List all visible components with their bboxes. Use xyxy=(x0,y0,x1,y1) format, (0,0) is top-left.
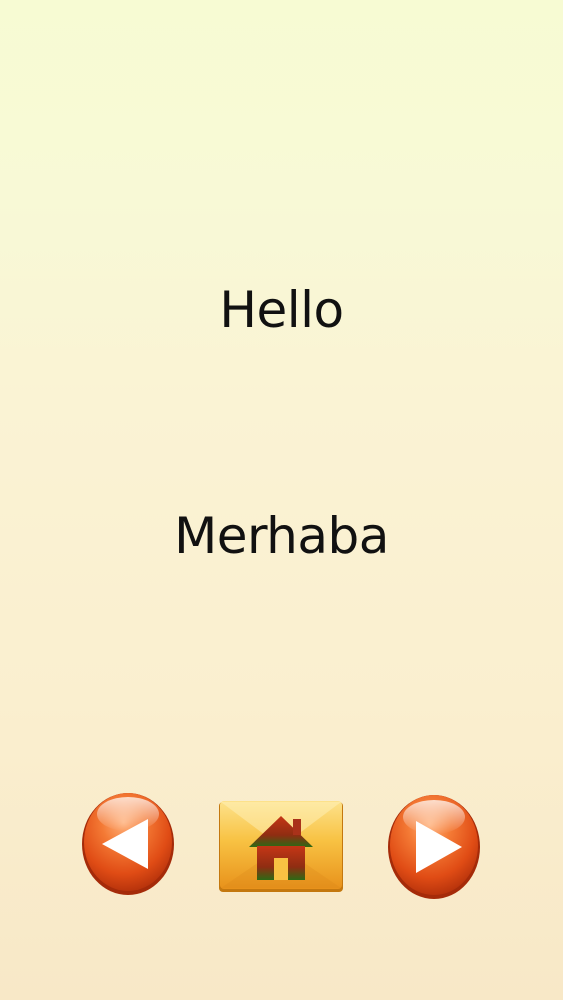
home-button[interactable] xyxy=(217,799,345,895)
translation-word: Merhaba xyxy=(174,507,389,565)
next-button[interactable] xyxy=(386,790,482,902)
previous-button[interactable] xyxy=(80,788,176,898)
home-icon xyxy=(219,801,343,892)
left-arrow-icon xyxy=(82,793,174,895)
english-word: Hello xyxy=(219,281,344,339)
right-arrow-icon xyxy=(388,795,480,899)
